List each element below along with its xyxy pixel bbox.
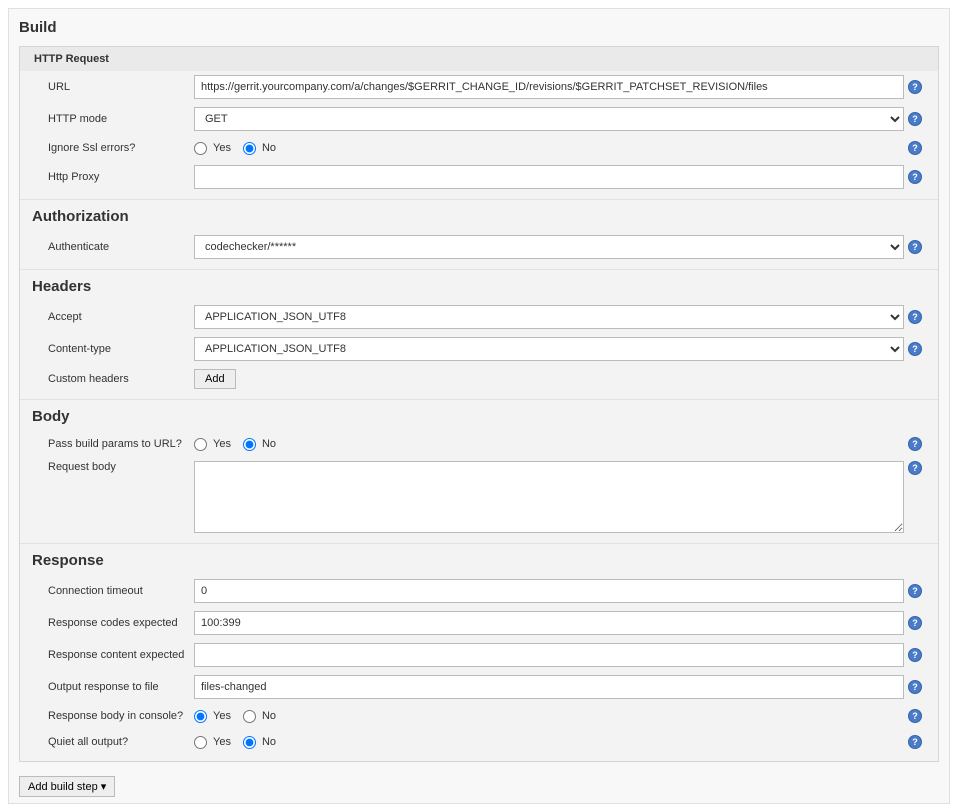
pass-params-no-radio[interactable] <box>243 438 256 451</box>
pass-params-row: Pass build params to URL? Yes No ? <box>20 431 938 457</box>
custom-headers-row: Custom headers Add <box>20 365 938 393</box>
help-icon[interactable]: ? <box>908 80 922 94</box>
codes-row: Response codes expected ? <box>20 607 938 639</box>
codes-input[interactable] <box>194 611 904 635</box>
pass-params-yes-label: Yes <box>213 438 231 450</box>
help-icon[interactable]: ? <box>908 709 922 723</box>
response-section-title: Response <box>20 543 938 575</box>
authorization-section-title: Authorization <box>20 199 938 231</box>
custom-headers-label: Custom headers <box>48 373 194 385</box>
ignore-ssl-yes-radio[interactable] <box>194 142 207 155</box>
content-type-label: Content-type <box>48 343 194 355</box>
pass-params-no-label: No <box>262 438 276 450</box>
add-header-button[interactable]: Add <box>194 369 236 389</box>
help-icon[interactable]: ? <box>908 141 922 155</box>
help-icon[interactable]: ? <box>908 310 922 324</box>
request-body-row: Request body ? <box>20 457 938 537</box>
http-proxy-label: Http Proxy <box>48 171 194 183</box>
http-mode-label: HTTP mode <box>48 113 194 125</box>
quiet-no-label: No <box>262 736 276 748</box>
http-proxy-row: Http Proxy ? <box>20 161 938 193</box>
pass-params-label: Pass build params to URL? <box>48 438 194 450</box>
ignore-ssl-row: Ignore Ssl errors? Yes No ? <box>20 135 938 161</box>
url-label: URL <box>48 81 194 93</box>
headers-section-title: Headers <box>20 269 938 301</box>
output-file-input[interactable] <box>194 675 904 699</box>
page-title: Build <box>9 13 949 46</box>
quiet-no-radio[interactable] <box>243 736 256 749</box>
ignore-ssl-no-label: No <box>262 142 276 154</box>
pass-params-yes-radio[interactable] <box>194 438 207 451</box>
pass-params-radio-group: Yes No <box>194 438 284 451</box>
content-expected-row: Response content expected ? <box>20 639 938 671</box>
output-file-label: Output response to file <box>48 681 194 693</box>
help-icon[interactable]: ? <box>908 648 922 662</box>
body-console-label: Response body in console? <box>48 710 194 722</box>
help-icon[interactable]: ? <box>908 112 922 126</box>
body-console-row: Response body in console? Yes No ? <box>20 703 938 729</box>
timeout-label: Connection timeout <box>48 585 194 597</box>
content-type-row: Content-type APPLICATION_JSON_UTF8 ? <box>20 333 938 365</box>
http-request-step: X HTTP Request URL ? HTTP mode GET ? Ign… <box>19 46 939 762</box>
request-body-label: Request body <box>48 461 194 473</box>
help-icon[interactable]: ? <box>908 616 922 630</box>
authenticate-label: Authenticate <box>48 241 194 253</box>
timeout-row: Connection timeout ? <box>20 575 938 607</box>
body-section-title: Body <box>20 399 938 431</box>
ignore-ssl-yes-label: Yes <box>213 142 231 154</box>
accept-select[interactable]: APPLICATION_JSON_UTF8 <box>194 305 904 329</box>
accept-row: Accept APPLICATION_JSON_UTF8 ? <box>20 301 938 333</box>
quiet-row: Quiet all output? Yes No ? <box>20 729 938 755</box>
authenticate-row: Authenticate codechecker/****** ? <box>20 231 938 263</box>
url-row: URL ? <box>20 71 938 103</box>
quiet-yes-radio[interactable] <box>194 736 207 749</box>
url-input[interactable] <box>194 75 904 99</box>
authenticate-select[interactable]: codechecker/****** <box>194 235 904 259</box>
quiet-label: Quiet all output? <box>48 736 194 748</box>
ignore-ssl-no-radio[interactable] <box>243 142 256 155</box>
http-proxy-input[interactable] <box>194 165 904 189</box>
content-expected-label: Response content expected <box>48 649 194 661</box>
help-icon[interactable]: ? <box>908 735 922 749</box>
help-icon[interactable]: ? <box>908 461 922 475</box>
timeout-input[interactable] <box>194 579 904 603</box>
quiet-radio-group: Yes No <box>194 736 284 749</box>
content-type-select[interactable]: APPLICATION_JSON_UTF8 <box>194 337 904 361</box>
request-body-textarea[interactable] <box>194 461 904 533</box>
output-file-row: Output response to file ? <box>20 671 938 703</box>
help-icon[interactable]: ? <box>908 342 922 356</box>
build-container: Build X HTTP Request URL ? HTTP mode GET… <box>8 8 950 804</box>
help-icon[interactable]: ? <box>908 437 922 451</box>
ignore-ssl-label: Ignore Ssl errors? <box>48 142 194 154</box>
accept-label: Accept <box>48 311 194 323</box>
step-header: HTTP Request <box>20 47 938 71</box>
http-mode-row: HTTP mode GET ? <box>20 103 938 135</box>
body-console-no-radio[interactable] <box>243 710 256 723</box>
help-icon[interactable]: ? <box>908 584 922 598</box>
quiet-yes-label: Yes <box>213 736 231 748</box>
help-icon[interactable]: ? <box>908 240 922 254</box>
ignore-ssl-radio-group: Yes No <box>194 142 284 155</box>
help-icon[interactable]: ? <box>908 680 922 694</box>
body-console-no-label: No <box>262 710 276 722</box>
body-console-yes-radio[interactable] <box>194 710 207 723</box>
content-expected-input[interactable] <box>194 643 904 667</box>
body-console-yes-label: Yes <box>213 710 231 722</box>
help-icon[interactable]: ? <box>908 170 922 184</box>
body-console-radio-group: Yes No <box>194 710 284 723</box>
codes-label: Response codes expected <box>48 617 194 629</box>
add-build-step-button[interactable]: Add build step ▾ <box>19 776 115 797</box>
http-mode-select[interactable]: GET <box>194 107 904 131</box>
build-footer: Add build step ▾ <box>9 770 949 803</box>
